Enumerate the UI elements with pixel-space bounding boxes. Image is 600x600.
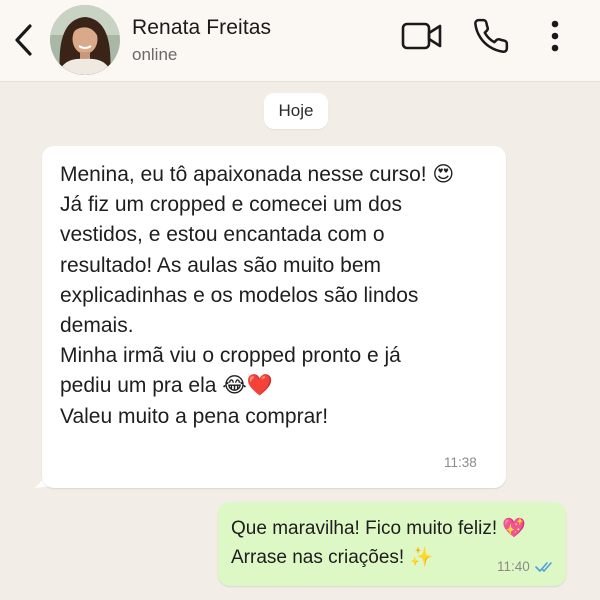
contact-photo <box>50 5 120 75</box>
back-button[interactable] <box>8 20 40 60</box>
incoming-message-time: 11:38 <box>444 455 477 470</box>
contact-name[interactable]: Renata Freitas <box>132 16 271 40</box>
voice-call-button[interactable] <box>470 15 512 57</box>
back-arrow-icon <box>15 24 32 56</box>
incoming-message-text: Menina, eu tô apaixonada nesse curso! 😍 … <box>60 163 455 428</box>
date-separator: Hoje <box>264 93 328 129</box>
more-vertical-icon <box>551 20 559 52</box>
contact-status: online <box>132 45 178 64</box>
more-options-button[interactable] <box>540 14 570 58</box>
video-call-button[interactable] <box>400 17 444 55</box>
outgoing-message-time: 11:40 <box>497 559 530 574</box>
read-receipt-icon <box>535 562 552 572</box>
phone-icon <box>474 18 509 53</box>
video-camera-icon <box>401 22 442 50</box>
avatar[interactable] <box>50 5 120 75</box>
chat-header: Renata Freitas online <box>0 0 600 82</box>
